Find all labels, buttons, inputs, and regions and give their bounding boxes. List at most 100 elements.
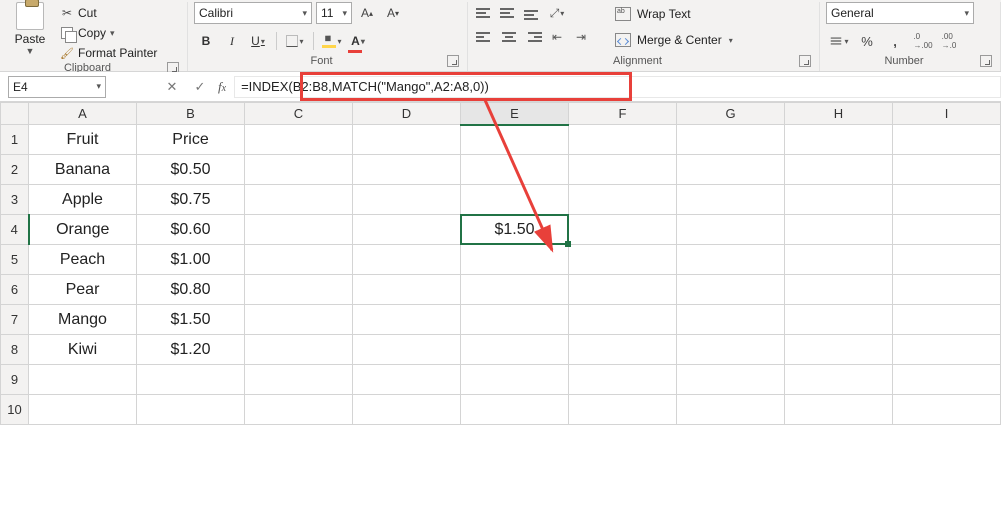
cell-H7[interactable]: [785, 305, 893, 335]
row-header-4[interactable]: 4: [1, 215, 29, 245]
column-header-A[interactable]: A: [29, 103, 137, 125]
merge-center-button[interactable]: Merge & Center ▾: [613, 30, 735, 50]
name-box[interactable]: E4 ▾: [8, 76, 106, 98]
worksheet[interactable]: ABCDEFGHI 1FruitPrice2Banana$0.503Apple$…: [0, 102, 1001, 425]
increase-decimal-button[interactable]: .0→.00: [910, 30, 936, 52]
align-bottom-button[interactable]: [522, 4, 544, 22]
cell-B8[interactable]: $1.20: [137, 335, 245, 365]
cell-I1[interactable]: [893, 125, 1001, 155]
select-all-corner[interactable]: [1, 103, 29, 125]
cell-E9[interactable]: [461, 365, 569, 395]
cell-A1[interactable]: Fruit: [29, 125, 137, 155]
cell-B6[interactable]: $0.80: [137, 275, 245, 305]
orientation-button[interactable]: ⤢▾: [546, 4, 568, 22]
cell-F5[interactable]: [569, 245, 677, 275]
cell-I9[interactable]: [893, 365, 1001, 395]
increase-font-size-button[interactable]: A▴: [356, 2, 378, 24]
borders-button[interactable]: ▾: [283, 30, 307, 52]
cell-F7[interactable]: [569, 305, 677, 335]
cell-G8[interactable]: [677, 335, 785, 365]
column-header-B[interactable]: B: [137, 103, 245, 125]
cell-B2[interactable]: $0.50: [137, 155, 245, 185]
row-header-5[interactable]: 5: [1, 245, 29, 275]
cell-E3[interactable]: [461, 185, 569, 215]
decrease-font-size-button[interactable]: A▾: [382, 2, 404, 24]
cell-D3[interactable]: [353, 185, 461, 215]
cell-H2[interactable]: [785, 155, 893, 185]
dialog-launcher-number[interactable]: [980, 55, 992, 67]
cell-H10[interactable]: [785, 395, 893, 425]
row-header-9[interactable]: 9: [1, 365, 29, 395]
column-header-E[interactable]: E: [461, 103, 569, 125]
copy-button[interactable]: Copy ▾: [60, 24, 157, 42]
font-color-button[interactable]: A▾: [346, 30, 370, 52]
cell-I2[interactable]: [893, 155, 1001, 185]
cell-B3[interactable]: $0.75: [137, 185, 245, 215]
cell-I5[interactable]: [893, 245, 1001, 275]
cell-C3[interactable]: [245, 185, 353, 215]
italic-button[interactable]: I: [220, 30, 244, 52]
cell-E10[interactable]: [461, 395, 569, 425]
cell-C10[interactable]: [245, 395, 353, 425]
insert-function-button[interactable]: fx: [218, 79, 226, 95]
cell-F10[interactable]: [569, 395, 677, 425]
cell-D6[interactable]: [353, 275, 461, 305]
cell-I3[interactable]: [893, 185, 1001, 215]
cell-D8[interactable]: [353, 335, 461, 365]
align-middle-button[interactable]: [498, 4, 520, 22]
cell-H3[interactable]: [785, 185, 893, 215]
formula-input[interactable]: =INDEX(B2:B8,MATCH("Mango",A2:A8,0)): [234, 76, 1001, 98]
cell-A7[interactable]: Mango: [29, 305, 137, 335]
cell-H9[interactable]: [785, 365, 893, 395]
column-header-G[interactable]: G: [677, 103, 785, 125]
cell-H6[interactable]: [785, 275, 893, 305]
decrease-decimal-button[interactable]: .00→.0: [936, 30, 962, 52]
cell-H8[interactable]: [785, 335, 893, 365]
font-name-combo[interactable]: Calibri ▾: [194, 2, 312, 24]
align-left-button[interactable]: [474, 28, 496, 46]
cell-E5[interactable]: [461, 245, 569, 275]
cell-C7[interactable]: [245, 305, 353, 335]
cell-D9[interactable]: [353, 365, 461, 395]
cell-C2[interactable]: [245, 155, 353, 185]
cell-E7[interactable]: [461, 305, 569, 335]
bold-button[interactable]: B: [194, 30, 218, 52]
cell-I8[interactable]: [893, 335, 1001, 365]
cell-C9[interactable]: [245, 365, 353, 395]
cell-I7[interactable]: [893, 305, 1001, 335]
cell-B9[interactable]: [137, 365, 245, 395]
cell-E2[interactable]: [461, 155, 569, 185]
enter-formula-button[interactable]: ✓: [190, 79, 210, 95]
font-size-combo[interactable]: 11 ▾: [316, 2, 352, 24]
cell-D7[interactable]: [353, 305, 461, 335]
cell-I4[interactable]: [893, 215, 1001, 245]
align-right-button[interactable]: [522, 28, 544, 46]
cut-button[interactable]: Cut: [60, 4, 157, 22]
cell-A4[interactable]: Orange: [29, 215, 137, 245]
cell-B5[interactable]: $1.00: [137, 245, 245, 275]
cell-H1[interactable]: [785, 125, 893, 155]
cell-C6[interactable]: [245, 275, 353, 305]
dialog-launcher-font[interactable]: [447, 55, 459, 67]
wrap-text-button[interactable]: Wrap Text: [613, 4, 735, 24]
cell-D2[interactable]: [353, 155, 461, 185]
row-header-8[interactable]: 8: [1, 335, 29, 365]
column-header-D[interactable]: D: [353, 103, 461, 125]
row-header-3[interactable]: 3: [1, 185, 29, 215]
cell-B7[interactable]: $1.50: [137, 305, 245, 335]
cell-C4[interactable]: [245, 215, 353, 245]
percent-format-button[interactable]: %: [854, 30, 880, 52]
cell-E4[interactable]: $1.50: [461, 215, 569, 245]
cell-G10[interactable]: [677, 395, 785, 425]
cancel-formula-button[interactable]: ✕: [162, 79, 182, 95]
cell-D10[interactable]: [353, 395, 461, 425]
cell-E6[interactable]: [461, 275, 569, 305]
cell-A3[interactable]: Apple: [29, 185, 137, 215]
cell-F4[interactable]: [569, 215, 677, 245]
cell-G2[interactable]: [677, 155, 785, 185]
cell-A8[interactable]: Kiwi: [29, 335, 137, 365]
cell-I6[interactable]: [893, 275, 1001, 305]
cell-F8[interactable]: [569, 335, 677, 365]
cell-H4[interactable]: [785, 215, 893, 245]
grid[interactable]: ABCDEFGHI 1FruitPrice2Banana$0.503Apple$…: [0, 102, 1001, 425]
